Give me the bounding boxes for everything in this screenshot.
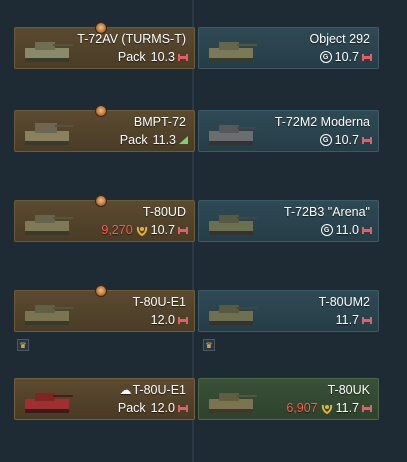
pack-label: Pack — [117, 401, 146, 415]
medal-icon — [95, 285, 107, 297]
battle-rating: 10.3 — [150, 50, 175, 64]
battle-rating: 11.0 — [335, 223, 359, 237]
vehicle-name: Object 292 — [309, 32, 370, 46]
vehicle-stats: Pack 12.0 — [118, 401, 188, 415]
vehicle-name: T-80UK — [327, 383, 370, 397]
rank-icon — [362, 136, 372, 144]
battle-rating: 10.7 — [150, 223, 175, 237]
vehicle-name: T-80U-E1 — [132, 295, 187, 309]
gaijin-coin-icon: G — [319, 134, 332, 146]
vehicle-stats: G 11.0 — [320, 223, 372, 237]
vehicle-card-t72m2-moderna[interactable]: T-72M2 Moderna G 10.7 — [198, 110, 379, 152]
research-points: 6,907 — [286, 401, 318, 415]
battle-rating: 10.7 — [334, 133, 359, 147]
tank-icon — [209, 125, 257, 145]
battle-rating: 10.7 — [334, 50, 359, 64]
tank-icon — [209, 393, 257, 413]
pack-label: Pack — [119, 133, 148, 147]
pack-label: Pack — [117, 50, 146, 64]
vehicle-name: BMPT-72 — [133, 115, 186, 129]
rank-icon — [362, 316, 372, 324]
vehicle-card-object-292[interactable]: Object 292 G 10.7 — [198, 27, 379, 69]
vehicle-card-t80u-e1-pack[interactable]: ☁T-80U-E1 Pack 12.0 — [14, 378, 195, 420]
vehicle-stats: G 10.7 — [319, 50, 372, 64]
tank-icon — [25, 123, 73, 145]
squadron-badge-icon: ♛ — [203, 339, 215, 351]
research-points: 9,270 — [101, 223, 133, 237]
vehicle-name: ☁T-80U-E1 — [119, 383, 187, 397]
vehicle-card-t80ud[interactable]: T-80UD 9,270 10.7 — [14, 195, 195, 242]
vehicle-name: T-72AV (TURMS-T) — [77, 32, 186, 46]
vehicle-name: T-80UM2 — [318, 295, 370, 309]
cloud-icon: ☁ — [119, 383, 132, 397]
tank-icon — [209, 215, 257, 235]
wreath-icon — [136, 226, 147, 236]
vehicle-card-t72b3-arena[interactable]: T-72B3 "Arena" G 11.0 — [198, 200, 379, 242]
vehicle-stats: 11.7 — [336, 313, 372, 327]
battle-rating: 11.3 — [152, 133, 176, 147]
medal-icon — [95, 195, 107, 207]
vehicle-stats: 6,907 11.7 — [286, 401, 372, 415]
tank-icon — [25, 42, 73, 62]
rank-icon — [362, 226, 372, 234]
vehicle-card-t80uk[interactable]: T-80UK 6,907 11.7 — [198, 378, 379, 420]
rank-icon — [362, 404, 372, 412]
vehicle-name: T-72M2 Moderna — [274, 115, 370, 129]
vehicle-name: T-80UD — [142, 205, 186, 219]
tank-icon — [209, 42, 257, 62]
gaijin-coin-icon: G — [320, 224, 333, 236]
medal-icon — [95, 105, 107, 117]
vehicle-stats: G 10.7 — [319, 133, 372, 147]
vehicle-card-bmpt-72[interactable]: BMPT-72 Pack 11.3 — [14, 105, 195, 152]
wreath-icon — [321, 404, 332, 414]
vehicle-name: T-72B3 "Arena" — [283, 205, 370, 219]
rank-icon — [178, 316, 188, 324]
squadron-badge-icon: ♛ — [17, 339, 29, 351]
battle-rating: 11.7 — [335, 313, 359, 327]
vehicle-card-t80u-e1[interactable]: T-80U-E1 12.0 — [14, 285, 195, 332]
rank-icon — [178, 404, 188, 412]
tank-icon — [25, 393, 73, 413]
vehicle-stats: Pack 10.3 — [118, 50, 188, 64]
rank-icon — [179, 136, 188, 144]
tank-icon — [25, 305, 73, 325]
vehicle-card-t80um2[interactable]: T-80UM2 11.7 — [198, 290, 379, 332]
gaijin-coin-icon: G — [319, 51, 332, 63]
tank-icon — [209, 305, 257, 325]
vehicle-card-t72av-turms[interactable]: T-72AV (TURMS-T) Pack 10.3 — [14, 22, 195, 69]
rank-icon — [362, 53, 372, 61]
vehicle-stats: Pack 11.3 — [120, 133, 188, 147]
rank-icon — [178, 53, 188, 61]
battle-rating: 12.0 — [150, 401, 175, 415]
rank-icon — [178, 226, 188, 234]
vehicle-stats: 12.0 — [151, 313, 188, 327]
vehicle-stats: 9,270 10.7 — [101, 223, 188, 237]
battle-rating: 12.0 — [150, 313, 175, 327]
battle-rating: 11.7 — [335, 401, 359, 415]
tank-icon — [25, 215, 73, 235]
